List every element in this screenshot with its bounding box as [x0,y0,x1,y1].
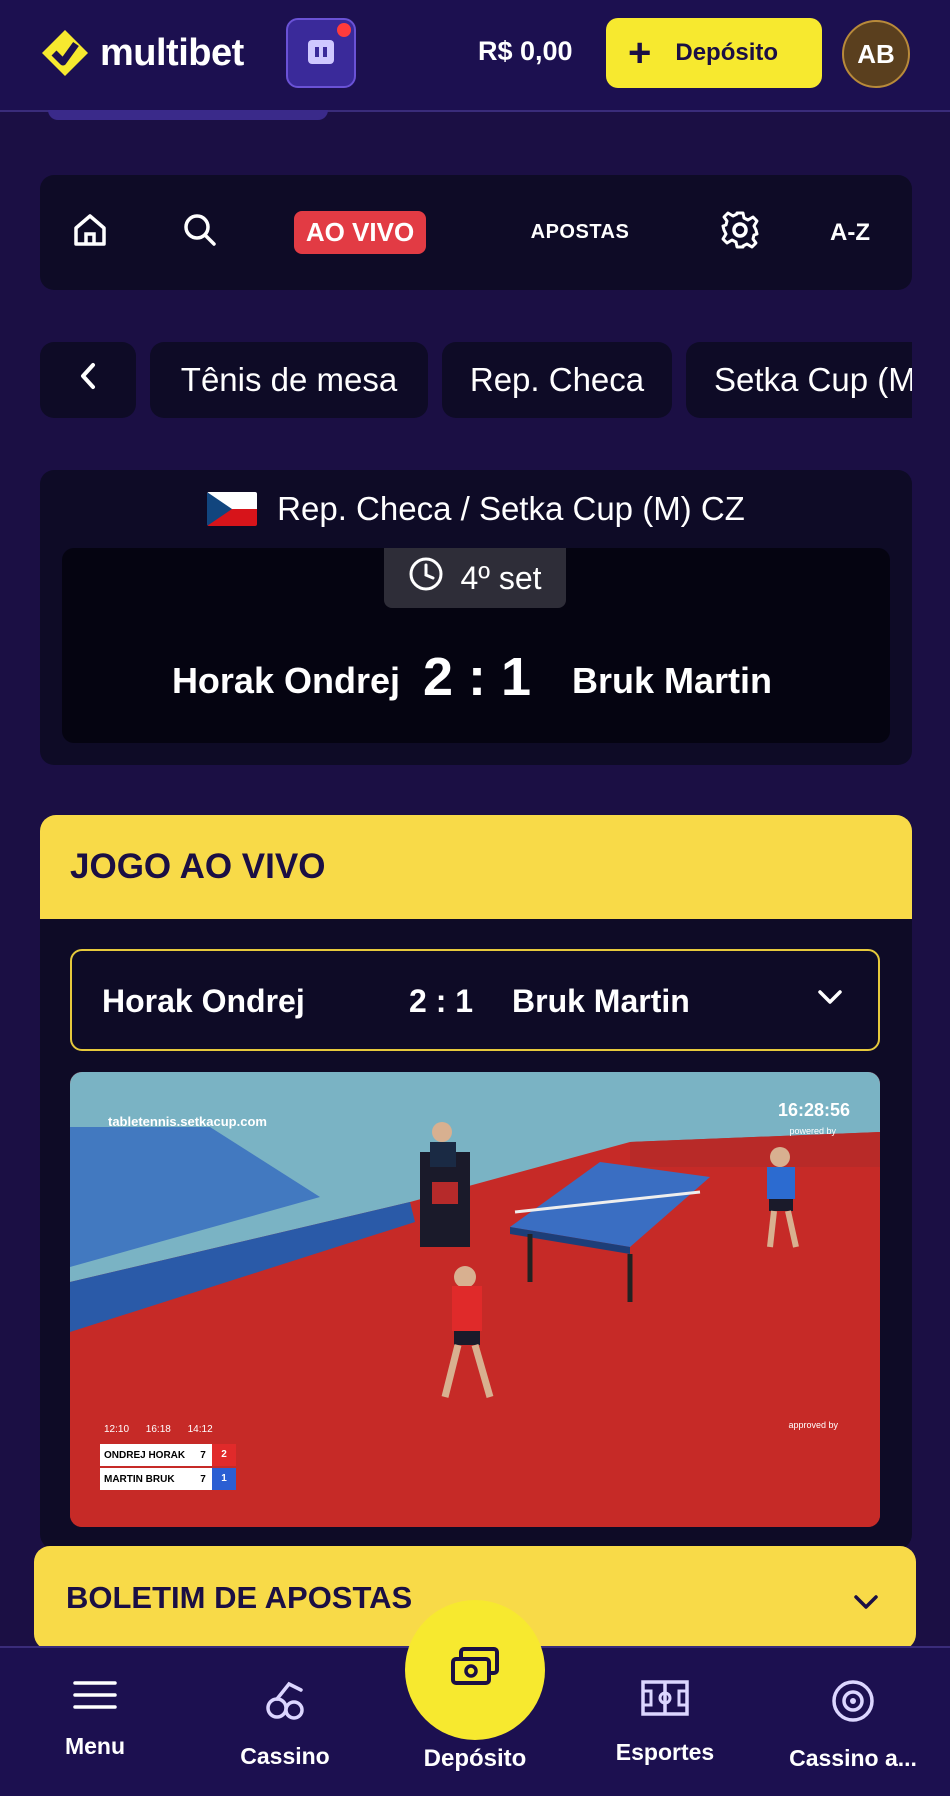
top-header: multibet R$ 0,00 + Depósito AB [0,0,950,112]
scrolled-tab-edge [48,110,328,120]
approved-by-label: approved by [788,1420,838,1430]
bottom-nav-menu[interactable]: Menu [20,1678,170,1760]
promotions-button[interactable] [286,18,356,88]
gift-icon [304,34,338,73]
overlay-home-name: ONDREJ HORAK [104,1449,186,1461]
sports-nav: AO VIVO APOSTAS A-Z [40,175,912,290]
czech-flag-icon [207,492,258,526]
deposit-button[interactable]: + Depósito [606,18,822,88]
menu-icon [73,1681,117,1716]
gear-icon [719,209,761,256]
overlay-row-away: MARTIN BRUK 7 1 [100,1468,236,1490]
away-team: Bruk Martin [572,660,773,701]
multibet-logo-icon [38,26,92,80]
overlay-home-games: 7 [200,1449,206,1461]
tab-apostas[interactable]: APOSTAS [500,175,660,290]
live-video-stream[interactable]: tabletennis.setkacup.com 16:28:56 powere… [70,1072,880,1527]
avatar[interactable]: AB [842,20,910,88]
chevron-down-icon [816,987,844,1012]
balance: R$ 0,00 [478,36,573,66]
video-clock: 16:28:56 [777,1100,850,1120]
overlay-set-times: 12:10 16:18 14:12 [104,1424,213,1435]
bottom-nav-cassino-label: Cassino [240,1743,330,1769]
apostas-label: APOSTAS [530,221,630,243]
search-icon [181,211,219,254]
selector-score: 2 : 1 [409,983,474,1019]
settings-button[interactable] [710,175,770,290]
home-team: Horak Ondrej [171,660,400,701]
overlay-row-home: ONDREJ HORAK 7 2 [100,1444,236,1466]
match-score: 2 : 1 [422,647,532,707]
bottom-nav-esportes-label: Esportes [615,1739,715,1765]
deposit-icon [449,1646,501,1694]
logo[interactable]: multibet [38,26,244,80]
bottom-nav-deposito[interactable] [405,1600,545,1740]
breadcrumb-country[interactable]: Rep. Checa [442,342,672,418]
bottom-nav-cassino-ao-vivo[interactable]: Cassino a... [778,1678,928,1772]
chevron-left-icon [77,361,99,399]
bottom-nav-cassino-ao-vivo-label: Cassino a... [789,1745,917,1771]
bet-slip-label: BOLETIM DE APOSTAS [66,1580,413,1615]
breadcrumb-back-button[interactable] [40,342,136,418]
period-label: 4º set [460,559,542,596]
search-button[interactable] [170,175,230,290]
logo-text: multibet [100,31,244,74]
selector-away-team: Bruk Martin [512,983,690,1019]
scoreboard: 4º set Horak Ondrej 2 : 1 Bruk Martin [62,548,890,743]
teams-row: Horak Ondrej 2 : 1 Bruk Martin [62,646,890,707]
notification-dot [337,23,351,37]
deposit-label: Depósito [675,39,779,66]
cassino-icon [263,1681,307,1726]
az-label: A-Z [830,218,870,246]
bottom-nav-esportes[interactable]: Esportes [590,1678,740,1766]
tab-ao-vivo[interactable]: AO VIVO [290,175,430,290]
live-game-panel: JOGO AO VIVO Horak Ondrej 2 : 1 Bruk Mar… [40,815,912,1550]
sports-icon [641,1680,689,1722]
league-line: Rep. Checa / Setka Cup (M) CZ [40,490,912,528]
league-name: Rep. Checa / Setka Cup (M) CZ [277,490,745,527]
bottom-nav-deposito-label: Depósito [423,1745,527,1772]
overlay-away-games: 7 [200,1473,206,1485]
game-selector[interactable]: Horak Ondrej 2 : 1 Bruk Martin [70,949,880,1051]
overlay-home-sets: 2 [212,1444,236,1466]
bottom-nav-cassino[interactable]: Cassino [210,1678,360,1770]
match-card: Rep. Checa / Setka Cup (M) CZ 4º set Hor… [40,470,912,765]
period-badge: 4º set [384,548,566,608]
overlay-away-name: MARTIN BRUK [104,1473,175,1485]
clock-icon [408,556,444,600]
video-site-url: tabletennis.setkacup.com [108,1114,267,1129]
breadcrumb-league[interactable]: Setka Cup (M [686,342,912,418]
plus-icon: + [628,31,652,75]
live-game-title: JOGO AO VIVO [40,815,912,919]
home-button[interactable] [60,175,120,290]
home-icon [70,210,110,255]
bottom-nav-menu-label: Menu [64,1733,126,1759]
ao-vivo-label: AO VIVO [293,211,427,254]
powered-by-label: powered by [789,1126,836,1136]
breadcrumb-sport[interactable]: Tênis de mesa [150,342,428,418]
live-casino-icon [830,1680,876,1728]
selector-home-team: Horak Ondrej [102,983,305,1019]
chevron-down-icon [852,1584,880,1620]
overlay-away-sets: 1 [212,1468,236,1490]
az-button[interactable]: A-Z [820,175,880,290]
